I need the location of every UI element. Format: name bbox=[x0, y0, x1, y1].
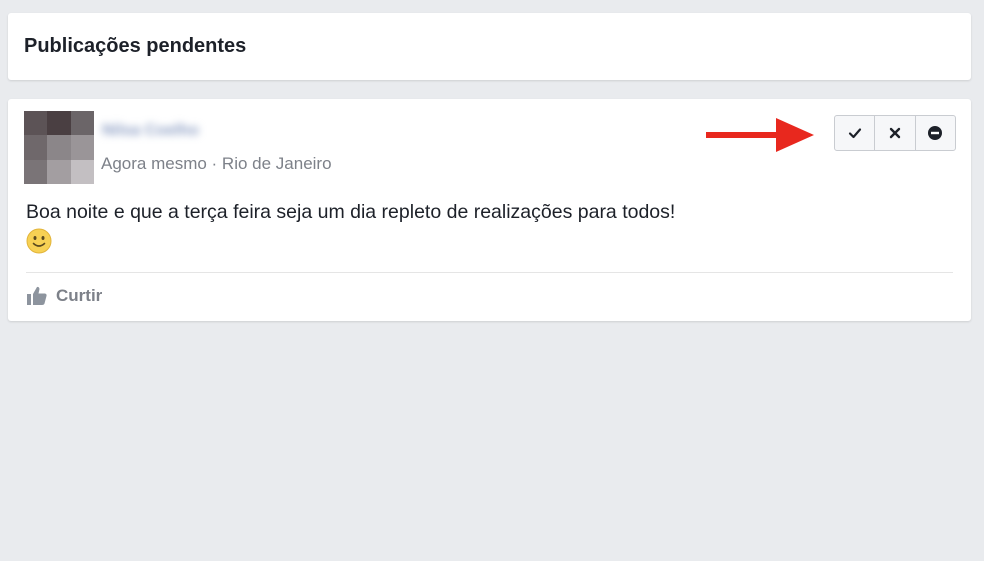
like-button[interactable]: Curtir bbox=[26, 285, 102, 307]
avatar-pixel bbox=[70, 159, 94, 184]
approve-button[interactable] bbox=[835, 116, 874, 150]
avatar-pixel bbox=[24, 159, 48, 184]
avatar[interactable] bbox=[24, 111, 94, 184]
avatar-pixel bbox=[24, 135, 48, 160]
avatar-pixel bbox=[70, 111, 94, 136]
avatar-pixel bbox=[47, 135, 71, 160]
close-icon bbox=[889, 127, 901, 139]
check-icon bbox=[848, 128, 861, 139]
moderation-actions bbox=[834, 115, 956, 151]
decline-button[interactable] bbox=[874, 116, 914, 150]
pending-post-card: Nilsa Coelho Agora mesmo · Rio de Janeir… bbox=[8, 99, 971, 321]
slightly-smiling-face-icon bbox=[26, 228, 52, 254]
divider bbox=[26, 272, 953, 273]
pending-posts-header: Publicações pendentes bbox=[8, 13, 971, 80]
avatar-pixel bbox=[70, 135, 94, 160]
post-text: Boa noite e que a terça feira seja um di… bbox=[26, 201, 676, 223]
red-arrow-icon bbox=[706, 118, 814, 152]
post-meta: Agora mesmo · Rio de Janeiro bbox=[101, 154, 332, 173]
page-title: Publicações pendentes bbox=[24, 35, 247, 57]
avatar-pixel bbox=[47, 111, 71, 136]
minus-circle-icon bbox=[928, 126, 943, 140]
avatar-pixel bbox=[24, 111, 48, 136]
block-button[interactable] bbox=[914, 116, 955, 150]
author-name[interactable]: Nilsa Coelho bbox=[102, 122, 214, 142]
avatar-pixel bbox=[47, 159, 71, 184]
thumbs-up-icon bbox=[27, 286, 47, 305]
like-label: Curtir bbox=[56, 286, 103, 305]
